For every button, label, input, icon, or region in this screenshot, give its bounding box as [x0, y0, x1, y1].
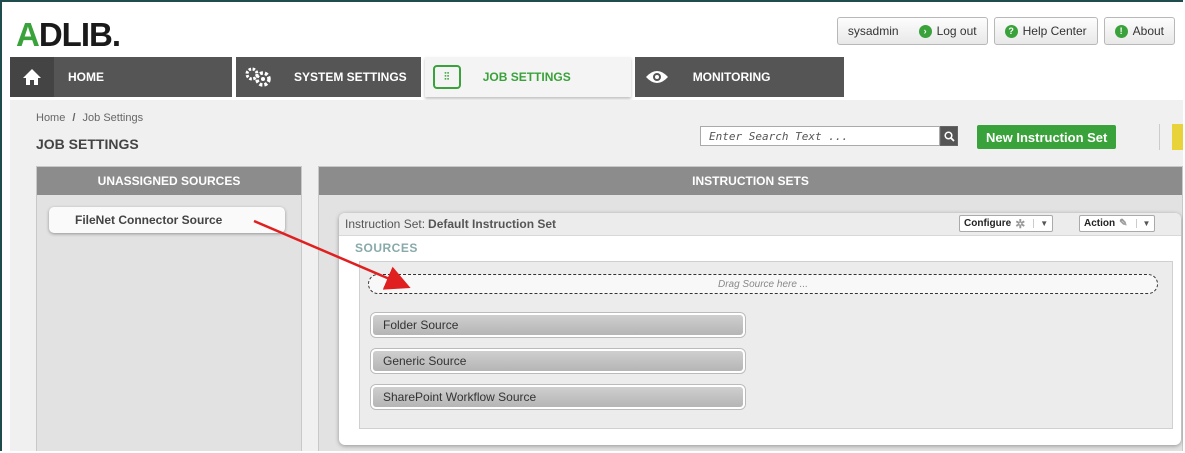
chevron-down-icon: ▼	[1033, 219, 1048, 228]
divider	[1159, 124, 1160, 150]
page-title: JOB SETTINGS	[36, 136, 139, 152]
app-window: ADLIB. sysadmin › Log out ? Help Center ! A…	[0, 0, 1183, 451]
gear-icon: ✲	[1015, 216, 1026, 231]
logout-button[interactable]: › Log out	[909, 18, 987, 44]
top-toolbar: sysadmin › Log out ? Help Center ! About	[836, 17, 1175, 45]
pencil-icon: ✎	[1119, 218, 1128, 229]
chevron-down-icon: ▼	[1135, 219, 1150, 228]
about-button[interactable]: ! About	[1103, 17, 1175, 45]
unassigned-sources-panel: UNASSIGNED SOURCES FileNet Connector Sou…	[36, 166, 302, 451]
source-sharepoint-workflow[interactable]: SharePoint Workflow Source	[371, 385, 745, 409]
user-group: sysadmin › Log out	[836, 17, 988, 45]
help-icon: ?	[1004, 24, 1018, 38]
help-center-button[interactable]: ? Help Center	[993, 17, 1098, 45]
source-filenet-connector[interactable]: FileNet Connector Source	[49, 207, 285, 233]
source-folder[interactable]: Folder Source	[371, 313, 745, 337]
nav-home[interactable]: HOME	[10, 57, 232, 97]
logo-text: DLIB.	[38, 16, 121, 53]
instruction-set-header: Instruction Set: Default Instruction Set…	[339, 213, 1181, 236]
new-instruction-set-button[interactable]: New Instruction Set	[977, 125, 1117, 149]
search-icon	[943, 130, 955, 142]
gears-icon	[236, 57, 280, 97]
breadcrumb-current: Job Settings	[82, 112, 144, 124]
logout-icon: ›	[918, 24, 932, 38]
content-area: Home / Job Settings JOB SETTINGS Enter S…	[10, 100, 1183, 451]
instruction-sets-panel: INSTRUCTION SETS Instruction Set: Defaul…	[318, 166, 1183, 451]
main-nav: HOME SYSTEM SETTINGS ⫶⫶ JOB SETTINGS MON…	[10, 57, 848, 97]
yellow-button[interactable]	[1172, 124, 1183, 150]
home-icon	[10, 57, 54, 97]
configure-dropdown[interactable]: Configure ✲ ▼	[959, 215, 1054, 232]
instruction-set-card: Instruction Set: Default Instruction Set…	[339, 213, 1181, 445]
breadcrumb: Home / Job Settings	[36, 112, 144, 124]
drop-zone[interactable]: Drag Source here ...	[368, 274, 1158, 294]
source-generic[interactable]: Generic Source	[371, 349, 745, 373]
panel-header: UNASSIGNED SOURCES	[37, 167, 301, 195]
nav-system-settings[interactable]: SYSTEM SETTINGS	[236, 57, 421, 97]
panel-header: INSTRUCTION SETS	[319, 167, 1182, 195]
nav-monitoring[interactable]: MONITORING	[634, 57, 844, 97]
nav-job-settings[interactable]: ⫶⫶ JOB SETTINGS	[424, 57, 631, 97]
eye-icon	[634, 57, 679, 97]
username: sysadmin	[847, 24, 899, 38]
sliders-icon: ⫶⫶	[432, 65, 461, 89]
sources-label: SOURCES	[355, 241, 418, 255]
adlib-logo: ADLIB.	[16, 16, 121, 53]
breadcrumb-home[interactable]: Home	[36, 112, 65, 124]
info-icon: !	[1114, 24, 1128, 38]
action-dropdown[interactable]: Action ✎ ▼	[1079, 215, 1156, 232]
instruction-set-name: Default Instruction Set	[428, 217, 557, 231]
search-input[interactable]: Enter Search Text ...	[700, 126, 940, 146]
sources-area: Drag Source here ... Folder Source Gener…	[359, 261, 1173, 429]
search-button[interactable]	[940, 126, 958, 146]
